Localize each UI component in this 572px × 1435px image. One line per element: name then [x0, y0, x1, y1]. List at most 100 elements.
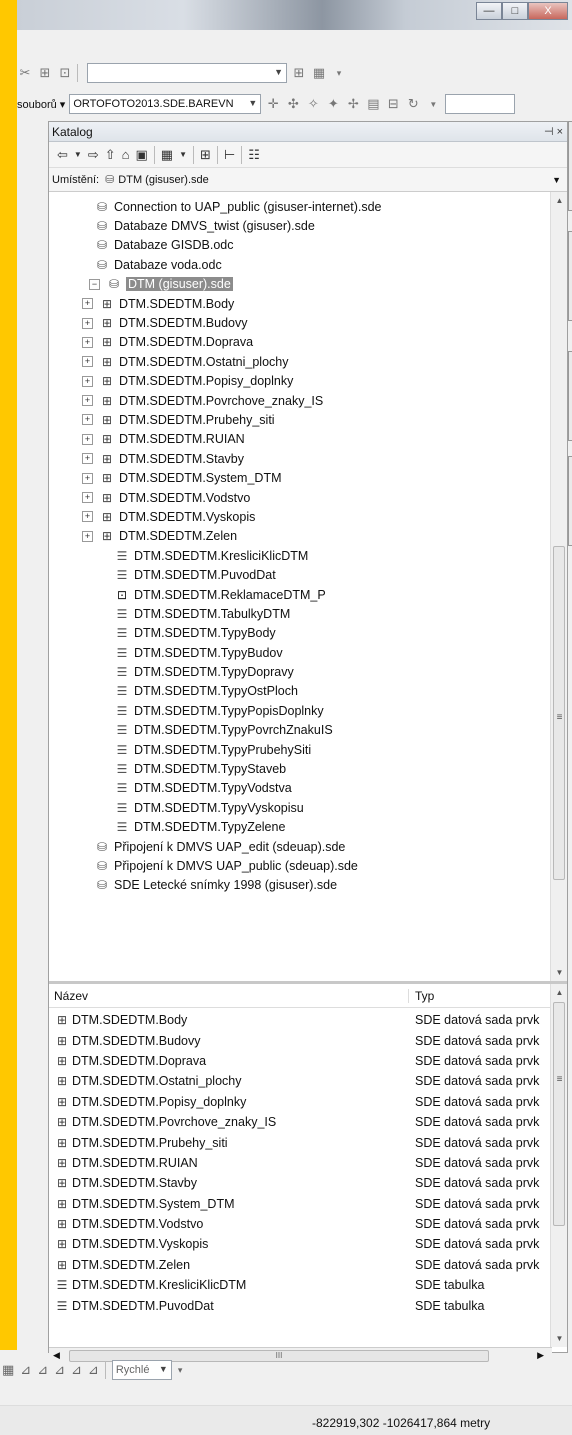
expand-icon[interactable]: + [82, 530, 93, 542]
scale-combo[interactable]: ▼ [87, 63, 287, 83]
viewer-icon[interactable]: ⊟ [385, 96, 401, 112]
label-manager-icon[interactable]: ▦ [2, 1362, 14, 1378]
add-control-point-icon[interactable]: ✛ [265, 96, 281, 112]
expand-icon[interactable]: + [82, 414, 93, 426]
rotate-input[interactable] [445, 94, 516, 114]
connect-folder-icon[interactable]: ▣ [136, 147, 148, 163]
label-quality-combo[interactable]: Rychlé ▼ [111, 1360, 172, 1380]
up-level-icon[interactable]: ⇧ [105, 147, 116, 163]
tree-item[interactable]: + ⊞ DTM.SDEDTM.Zelen [49, 527, 567, 546]
control-point-auto-icon[interactable]: ✦ [325, 96, 341, 112]
expand-icon[interactable]: + [82, 492, 93, 504]
list-item[interactable]: ⊞ DTM.SDEDTM.System_DTM SDE datová sada pr… [49, 1194, 567, 1214]
grid-icon[interactable]: ⊞ [291, 65, 307, 81]
side-tab-3[interactable] [568, 351, 572, 441]
tree-item[interactable]: ☰ DTM.SDEDTM.TypyZelene [49, 818, 567, 837]
control-point-delete-icon[interactable]: ✢ [345, 96, 361, 112]
tree-item[interactable]: ☰ DTM.SDEDTM.TypyOstPloch [49, 682, 567, 701]
table-icon[interactable]: ⊞ [37, 65, 53, 81]
chevron-down-icon[interactable]: ▼ [425, 96, 441, 112]
expand-icon[interactable]: + [82, 453, 93, 465]
toolbar-overflow-icon[interactable]: ▾ [178, 1365, 183, 1376]
tree-scrollbar[interactable]: ▲ ≡ ▼ [550, 192, 567, 981]
tree-item[interactable]: + ⊞ DTM.SDEDTM.Doprava [49, 333, 567, 352]
list-item[interactable]: ⊞ DTM.SDEDTM.Popisy_doplnky SDE datová sad… [49, 1092, 567, 1112]
tree-item[interactable]: ☰ DTM.SDEDTM.TypyPopisDoplnky [49, 701, 567, 720]
list-item[interactable]: ⊞ DTM.SDEDTM.Povrchove_znaky_IS SDE datová… [49, 1112, 567, 1132]
scroll-up-icon[interactable]: ▲ [551, 196, 567, 205]
view-icon[interactable]: ▦ [161, 147, 173, 163]
list-item[interactable]: ⊞ DTM.SDEDTM.Ostatni_plochy SDE datová sad… [49, 1071, 567, 1091]
tree-view-icon[interactable]: ⊢ [224, 147, 235, 163]
control-point-edit-icon[interactable]: ✧ [305, 96, 321, 112]
tree-item[interactable]: ☰ DTM.SDEDTM.TypyBudov [49, 643, 567, 662]
tree-item[interactable]: + ⊞ DTM.SDEDTM.Ostatni_plochy [49, 352, 567, 371]
side-tab-1[interactable] [568, 121, 572, 211]
tree-item[interactable]: ☰ DTM.SDEDTM.TabulkyDTM [49, 604, 567, 623]
tree-item[interactable]: + ⊞ DTM.SDEDTM.RUIAN [49, 430, 567, 449]
tree-item[interactable]: ☰ DTM.SDEDTM.TypyDopravy [49, 662, 567, 681]
label-priority-icon[interactable]: ⊿ [54, 1362, 65, 1378]
expand-icon[interactable]: + [82, 375, 93, 387]
tree-item[interactable]: + ⊞ DTM.SDEDTM.Body [49, 294, 567, 313]
tree-item[interactable]: ☰ DTM.SDEDTM.TypyBody [49, 624, 567, 643]
tree-item[interactable]: + ⊞ DTM.SDEDTM.Prubehy_siti [49, 410, 567, 429]
forward-icon[interactable]: ⇨ [88, 147, 99, 163]
side-tab-2[interactable] [568, 231, 572, 321]
list-item[interactable]: ⊞ DTM.SDEDTM.Zelen SDE datová sada prvk [49, 1255, 567, 1275]
toolbar-label[interactable]: souborů ▾ [17, 98, 65, 111]
tree-item[interactable]: ☰ DTM.SDEDTM.PuvodDat [49, 565, 567, 584]
list-item[interactable]: ☰ DTM.SDEDTM.PuvodDat SDE tabulka [49, 1295, 567, 1315]
list-item[interactable]: ⊞ DTM.SDEDTM.Vyskopis SDE datová sada prvk [49, 1234, 567, 1254]
list-item[interactable]: ⊞ DTM.SDEDTM.Body SDE datová sada prvk [49, 1010, 567, 1030]
tree-item[interactable]: + ⊞ DTM.SDEDTM.Vodstvo [49, 488, 567, 507]
tree-item[interactable]: + ⊞ DTM.SDEDTM.Stavby [49, 449, 567, 468]
location-field[interactable]: ⛁ DTM (gisuser).sde ▼ [105, 170, 567, 190]
scroll-down-icon[interactable]: ▼ [551, 968, 567, 977]
control-points-icon[interactable]: ✣ [285, 96, 301, 112]
tree-item[interactable]: + ⊞ DTM.SDEDTM.Vyskopis [49, 507, 567, 526]
list-item[interactable]: ⊞ DTM.SDEDTM.Prubehy_siti SDE datová sada … [49, 1132, 567, 1152]
tree-item[interactable]: − ⛁ DTM (gisuser).sde [49, 275, 567, 294]
layer-combo[interactable]: ORTOFOTO2013.SDE.BAREVN ▼ [69, 94, 262, 114]
link-table-icon[interactable]: ▤ [365, 96, 381, 112]
list-item[interactable]: ⊞ DTM.SDEDTM.Doprava SDE datová sada prvk [49, 1051, 567, 1071]
scroll-up-icon[interactable]: ▲ [551, 988, 567, 997]
expand-icon[interactable]: + [82, 511, 93, 523]
tree-item[interactable]: ☰ DTM.SDEDTM.TypyPovrchZnakuIS [49, 721, 567, 740]
tree-item[interactable]: ☰ DTM.SDEDTM.KresliciKlicDTM [49, 546, 567, 565]
tree-item[interactable]: + ⊞ DTM.SDEDTM.System_DTM [49, 468, 567, 487]
rotate-icon[interactable]: ↻ [405, 96, 421, 112]
expand-icon[interactable]: + [82, 317, 93, 329]
list-item[interactable]: ⊞ DTM.SDEDTM.Budovy SDE datová sada prvk [49, 1030, 567, 1050]
list-item[interactable]: ☰ DTM.SDEDTM.KresliciKlicDTM SDE tabulka [49, 1275, 567, 1295]
tree-item[interactable]: ⛁ Připojení k DMVS UAP_public (sdeuap).sd… [49, 856, 567, 875]
pin-close-icon[interactable]: ⊣ × [544, 125, 563, 138]
tree-item[interactable]: + ⊞ DTM.SDEDTM.Popisy_doplnky [49, 372, 567, 391]
list-item[interactable]: ⊞ DTM.SDEDTM.Vodstvo SDE datová sada prvk [49, 1214, 567, 1234]
tree-item[interactable]: ☰ DTM.SDEDTM.TypyPrubehySiti [49, 740, 567, 759]
expand-icon[interactable]: + [82, 356, 93, 368]
window-icon[interactable]: ⊡ [57, 65, 73, 81]
close-button[interactable]: X [528, 2, 568, 20]
options-icon[interactable]: ⊞ [200, 147, 211, 163]
scroll-thumb[interactable] [553, 1002, 565, 1226]
toolbar-overflow-icon[interactable]: ▾ [331, 65, 347, 81]
expand-icon[interactable]: + [82, 472, 93, 484]
side-tab-4[interactable] [568, 456, 572, 546]
column-header-name[interactable]: Název [49, 988, 409, 1003]
minimize-button[interactable]: — [476, 2, 502, 20]
tool-icon[interactable]: ✂ [17, 65, 33, 81]
maximize-button[interactable]: □ [502, 2, 528, 20]
expand-icon[interactable]: + [82, 298, 93, 310]
chevron-down-icon[interactable]: ▼ [74, 150, 82, 159]
label-lock-icon[interactable]: ⊿ [20, 1362, 31, 1378]
label-view-icon[interactable]: ⊿ [71, 1362, 82, 1378]
chevron-down-icon[interactable]: ▼ [552, 175, 561, 185]
back-icon[interactable]: ⇦ [57, 147, 68, 163]
list-item[interactable]: ⊞ DTM.SDEDTM.RUIAN SDE datová sada prvk [49, 1153, 567, 1173]
tree-item[interactable]: ⛁ Connection to UAP_public (gisuser-inter… [49, 197, 567, 216]
home-icon[interactable]: ⌂ [122, 147, 130, 162]
tree-item[interactable]: ☰ DTM.SDEDTM.TypyStaveb [49, 759, 567, 778]
scroll-down-icon[interactable]: ▼ [551, 1334, 567, 1343]
